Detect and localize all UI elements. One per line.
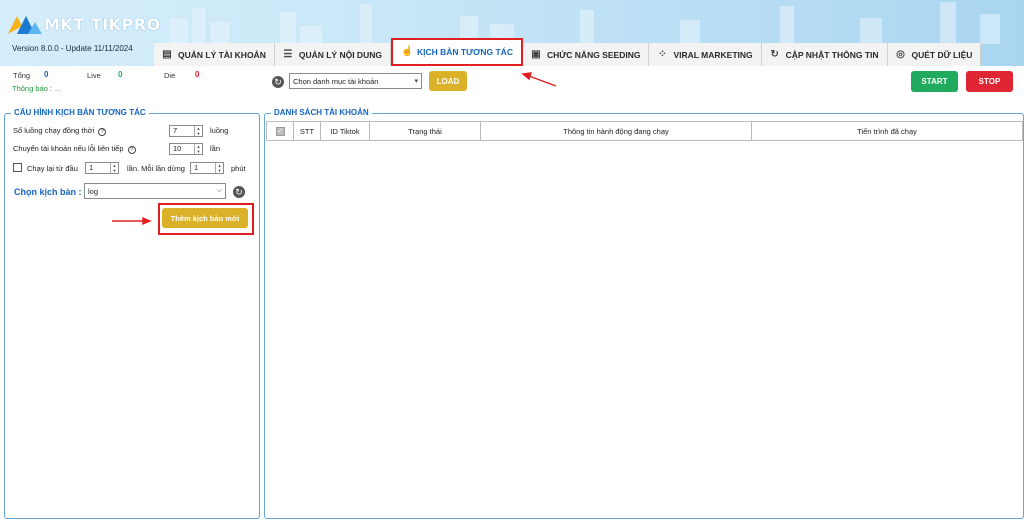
annotation-arrowhead-add: [142, 216, 152, 226]
annotation-arrow-tab: [528, 75, 557, 87]
app-window: MKT TIKPRO Version 8.0.0 - Update 11/11/…: [0, 0, 1024, 522]
annotation-arrows: [112, 72, 557, 226]
annotation-arrowhead-tab: [521, 72, 533, 81]
